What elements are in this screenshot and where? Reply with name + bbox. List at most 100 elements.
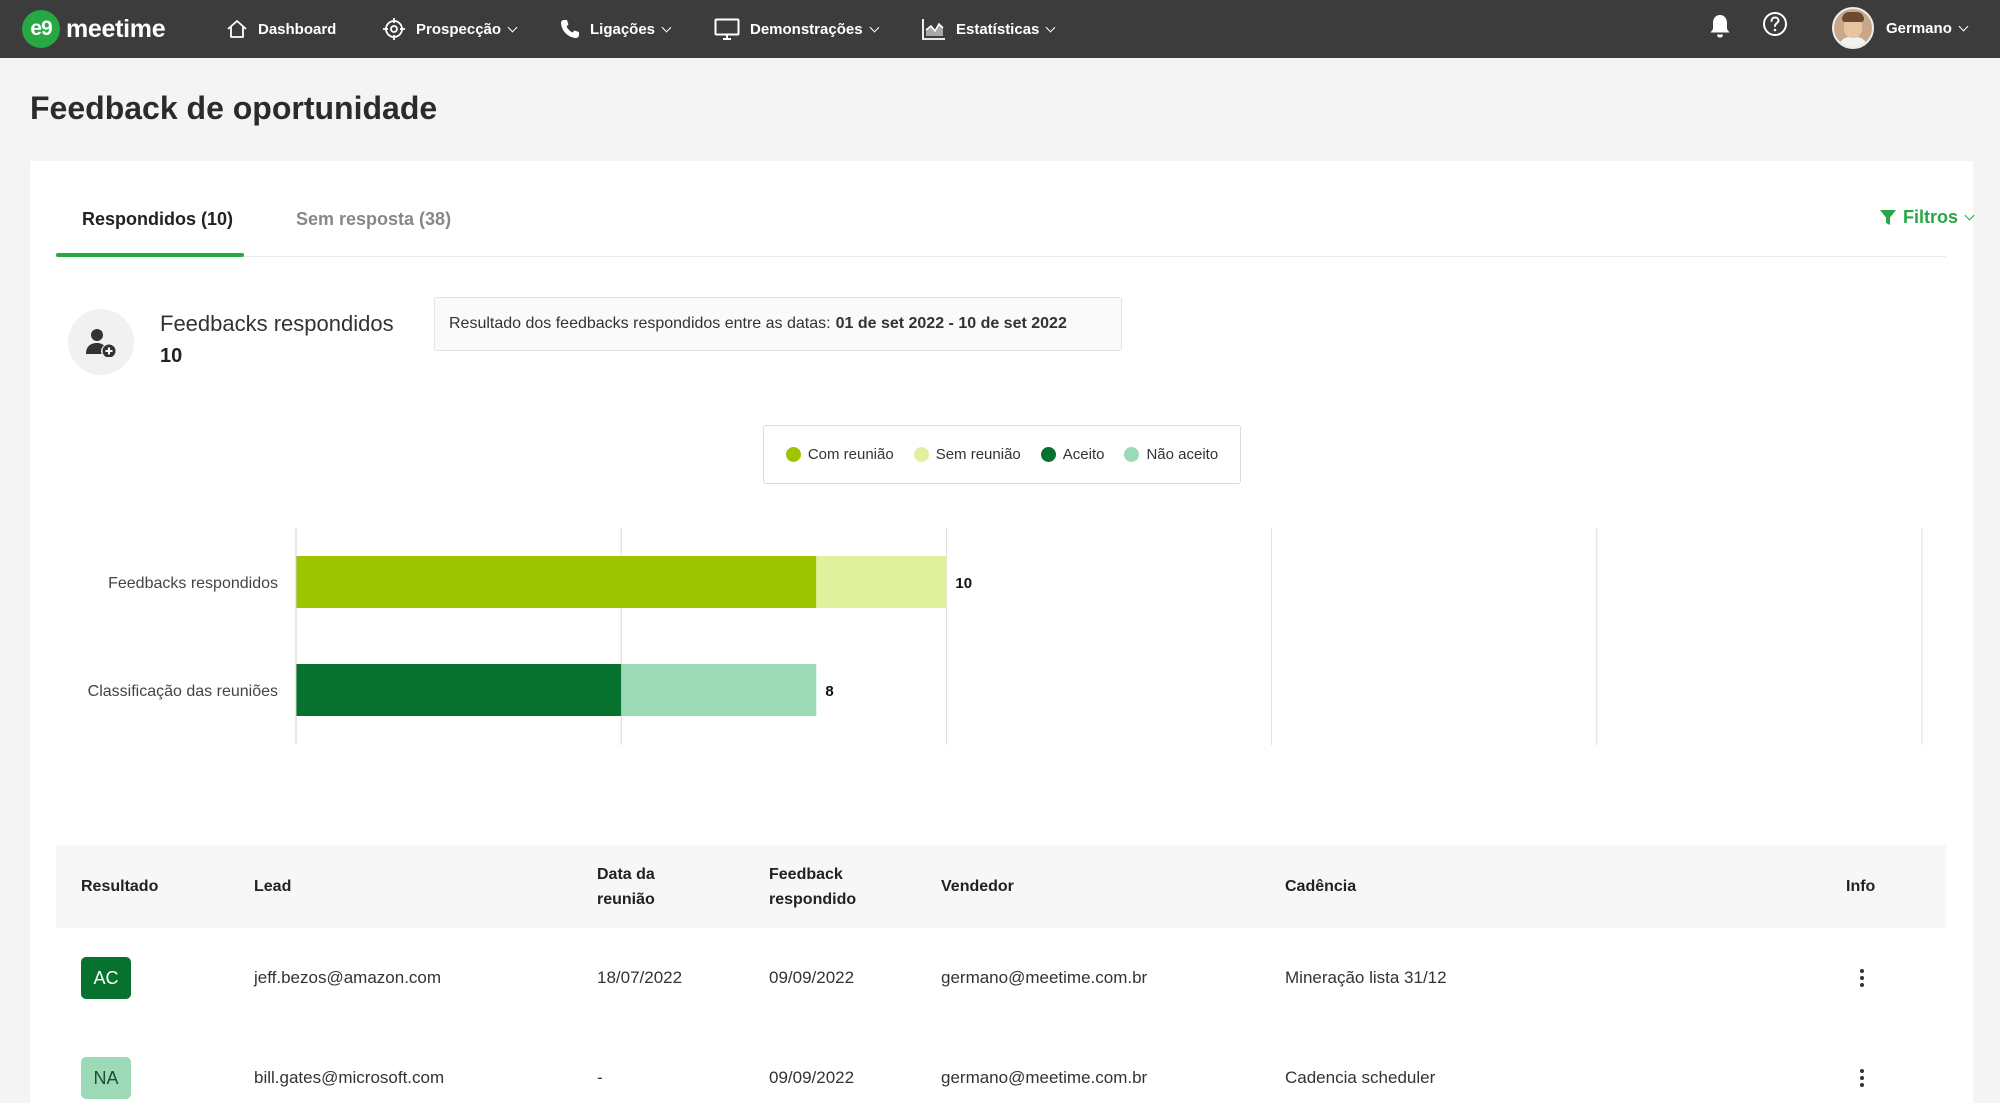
status-badge: NA [81, 1057, 131, 1099]
table-header: Resultado Lead Data da reunião Feedback re… [56, 845, 1946, 928]
header-feedback-line1: Feedback [769, 865, 843, 883]
legend-dot [785, 447, 801, 462]
header-lead[interactable]: Lead [254, 845, 291, 928]
legend-item[interactable]: Não aceito [1124, 446, 1218, 463]
user-add-icon [86, 329, 116, 357]
target-icon [383, 18, 405, 40]
legend-item[interactable]: Aceito [1040, 446, 1105, 463]
row-data-reuniao: - [597, 1068, 603, 1087]
table-row: NA bill.gates@microsoft.com - 09/09/2022… [56, 1028, 1946, 1103]
chevron-down-icon [507, 22, 518, 32]
bell-icon [1710, 15, 1730, 38]
feedback-bar-chart: 0510152025Feedbacks respondidos10Classif… [88, 528, 1923, 745]
bar-total-label: 10 [955, 575, 972, 592]
legend-dot [1124, 447, 1140, 462]
nav-estatisticas-label: Estatísticas [956, 20, 1040, 38]
row-feedback-respondido: 09/09/2022 [769, 1068, 855, 1087]
feedback-table: Resultado Lead Data da reunião Feedback re… [56, 845, 1946, 1103]
bar-segment [296, 556, 817, 608]
help-button[interactable] [1762, 11, 1788, 42]
user-name: Germano [1886, 19, 1952, 37]
tabs-bar: Respondidos (10) Sem resposta (38) Filtr… [56, 161, 1975, 257]
row-lead: bill.gates@microsoft.com [254, 1068, 445, 1087]
legend-label: Aceito [1062, 446, 1105, 463]
bar-segment [296, 664, 622, 716]
header-data-line2: reunião [597, 890, 655, 908]
header-cadencia[interactable]: Cadência [1285, 845, 1356, 928]
nav-dashboard[interactable]: Dashboard [226, 0, 336, 58]
header-info: Info [1846, 878, 1876, 895]
tab-respondidos[interactable]: Respondidos (10) [82, 209, 233, 230]
header-resultado[interactable]: Resultado [81, 845, 158, 928]
date-range-prefix: Resultado dos feedbacks respondidos entr… [449, 315, 831, 332]
legend-item[interactable]: Com reunião [785, 446, 894, 463]
header-data-line1: Data da [597, 865, 655, 883]
row-feedback-respondido: 09/09/2022 [769, 968, 855, 987]
filters-button[interactable]: Filtros [1879, 207, 1975, 228]
nav-prospeccao[interactable]: Prospecção [382, 0, 518, 58]
bar-total-label: 8 [825, 683, 833, 700]
help-icon [1763, 12, 1787, 36]
header-feedback-line2: respondido [769, 890, 857, 908]
legend-dot [913, 447, 929, 462]
table-row: AC jeff.bezos@amazon.com 18/07/2022 09/0… [56, 928, 1946, 1028]
chevron-down-icon [869, 22, 879, 32]
phone-icon [561, 20, 579, 38]
bar-segment [816, 556, 947, 608]
avatar [1832, 7, 1874, 49]
legend-label: Sem reunião [935, 446, 1021, 463]
summary-value: 10 [160, 345, 183, 367]
home-icon [227, 20, 247, 38]
monitor-icon [714, 18, 740, 40]
top-navbar: e9 meetime Dashboard Prospecção Ligações… [0, 0, 2000, 58]
row-vendedor: germano@meetime.com.br [941, 1068, 1148, 1087]
nav-demonstracoes-label: Demonstrações [750, 20, 863, 38]
row-more-button[interactable] [1860, 928, 1864, 1028]
nav-demonstracoes[interactable]: Demonstrações [714, 0, 879, 58]
summary-title: Feedbacks respondidos [160, 311, 394, 336]
row-more-button[interactable] [1860, 1028, 1864, 1103]
nav-prospeccao-label: Prospecção [416, 20, 502, 38]
notifications-button[interactable] [1708, 13, 1732, 44]
row-cadencia: Cadencia scheduler [1285, 1068, 1436, 1087]
content-card: Respondidos (10) Sem resposta (38) Filtr… [30, 161, 1975, 1103]
app-logo[interactable]: e9 meetime [22, 10, 166, 48]
summary-icon-wrap [68, 309, 134, 375]
active-tab-indicator [56, 253, 244, 257]
user-menu[interactable]: Germano [1832, 7, 1969, 49]
logo-text: meetime [66, 14, 166, 43]
chevron-down-icon [1964, 210, 1975, 221]
more-vertical-icon [1860, 1068, 1864, 1089]
legend-item[interactable]: Sem reunião [913, 446, 1021, 463]
chevron-down-icon [1045, 22, 1056, 32]
nav-dashboard-label: Dashboard [258, 20, 337, 38]
nav-estatisticas[interactable]: Estatísticas [922, 0, 1056, 58]
nav-ligacoes[interactable]: Ligações [560, 0, 672, 58]
chevron-down-icon [1958, 21, 1969, 31]
filter-icon [1880, 209, 1896, 225]
filters-label: Filtros [1903, 207, 1959, 227]
legend-dot [1040, 447, 1056, 462]
legend-label: Com reunião [807, 446, 894, 463]
bar-segment [621, 664, 817, 716]
header-data-reuniao[interactable]: Data da reunião [597, 845, 655, 928]
status-badge: AC [81, 957, 131, 999]
row-data-reuniao: 18/07/2022 [597, 968, 683, 987]
chart-legend: Com reunião Sem reunião Aceito Não aceito [763, 425, 1241, 484]
row-lead: jeff.bezos@amazon.com [254, 968, 442, 987]
logo-mark: e9 [22, 10, 60, 48]
chart-icon [922, 19, 945, 40]
more-vertical-icon [1860, 968, 1864, 989]
nav-ligacoes-label: Ligações [590, 20, 656, 38]
tab-sem-resposta[interactable]: Sem resposta (38) [296, 209, 451, 230]
category-label: Feedbacks respondidos [108, 575, 278, 592]
row-vendedor: germano@meetime.com.br [941, 968, 1148, 987]
date-range-info: Resultado dos feedbacks respondidos entr… [434, 297, 1122, 351]
date-range-value: 01 de set 2022 - 10 de set 2022 [835, 315, 1067, 332]
chevron-down-icon [661, 22, 672, 32]
category-label: Classificação das reuniões [88, 683, 278, 700]
page-title: Feedback de oportunidade [30, 90, 438, 126]
header-feedback-respondido[interactable]: Feedback respondido [769, 845, 856, 928]
row-cadencia: Mineração lista 31/12 [1285, 968, 1447, 987]
header-vendedor[interactable]: Vendedor [941, 845, 1014, 928]
